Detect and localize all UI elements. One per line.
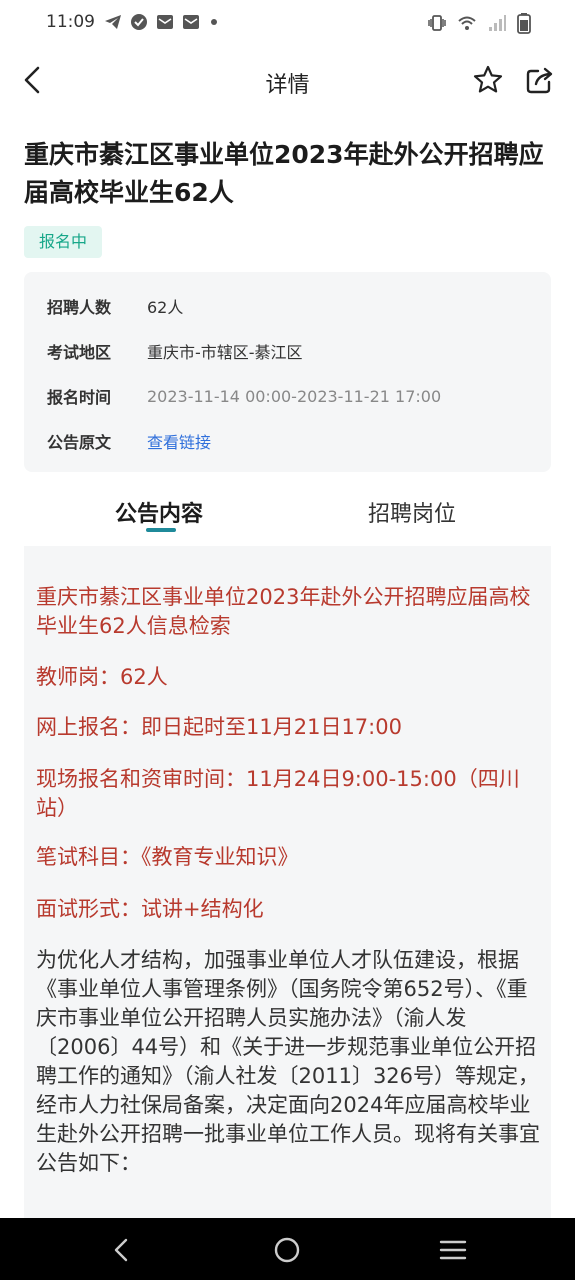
system-status-icons bbox=[427, 12, 531, 34]
article-title: 重庆市綦江区事业单位2023年赴外公开招聘应届高校毕业生62人 bbox=[24, 140, 544, 207]
content-paragraph: 笔试科目：《教育专业知识》 bbox=[36, 845, 299, 869]
tab-bar: 公告内容 招聘岗位 bbox=[24, 488, 551, 538]
check-circle-icon bbox=[131, 14, 147, 30]
content-paragraph: 教师岗：62人 bbox=[36, 665, 168, 689]
system-nav-bar bbox=[0, 1218, 575, 1280]
content-paragraph: 为优化人才结构，加强事业单位人才队伍建设，根据《事业单位人事管理条例》（国务院令… bbox=[36, 948, 540, 1175]
info-label: 报名时间 bbox=[47, 388, 112, 407]
info-value: 重庆市-市辖区-綦江区 bbox=[147, 343, 303, 362]
tab-announcement[interactable]: 公告内容 bbox=[115, 496, 203, 528]
signal-icon bbox=[489, 15, 506, 31]
mail-icon bbox=[183, 15, 199, 29]
dot-icon bbox=[211, 19, 217, 25]
content-paragraph: 网上报名：即日起时至11月21日17:00 bbox=[36, 715, 402, 739]
recents-icon[interactable] bbox=[437, 1234, 469, 1266]
mail-icon bbox=[157, 15, 173, 29]
home-icon[interactable] bbox=[271, 1234, 303, 1266]
tab-indicator bbox=[146, 528, 176, 532]
back-icon[interactable] bbox=[106, 1234, 138, 1266]
content-paragraph: 重庆市綦江区事业单位2023年赴外公开招聘应届高校毕业生62人信息检索 bbox=[36, 585, 531, 638]
info-row-source: 公告原文 查看链接 bbox=[47, 429, 211, 453]
content-paragraph: 面试形式：试讲+结构化 bbox=[36, 897, 264, 921]
announcement-content[interactable]: 重庆市綦江区事业单位2023年赴外公开招聘应届高校毕业生62人信息检索 教师岗：… bbox=[24, 546, 551, 1226]
info-label: 考试地区 bbox=[47, 343, 112, 362]
view-link[interactable]: 查看链接 bbox=[147, 429, 211, 453]
content-paragraph: 现场报名和资审时间：11月24日9:00-15:00（四川站） bbox=[36, 767, 520, 820]
share-icon[interactable] bbox=[522, 62, 558, 98]
star-icon[interactable] bbox=[470, 62, 506, 98]
battery-icon bbox=[517, 13, 531, 34]
notification-icons bbox=[104, 13, 220, 31]
info-row-signup-time: 报名时间 2023-11-14 00:00-2023-11-21 17:00 bbox=[47, 384, 441, 408]
info-label: 公告原文 bbox=[47, 433, 112, 452]
info-row-headcount: 招聘人数 62人 bbox=[47, 294, 183, 318]
vibrate-icon bbox=[428, 15, 446, 31]
info-label: 招聘人数 bbox=[47, 298, 112, 317]
telegram-icon bbox=[105, 15, 121, 29]
info-card: 招聘人数 62人 考试地区 重庆市-市辖区-綦江区 报名时间 2023-11-1… bbox=[24, 272, 551, 472]
status-badge: 报名中 bbox=[24, 226, 103, 258]
info-row-region: 考试地区 重庆市-市辖区-綦江区 bbox=[47, 339, 303, 363]
wifi-icon bbox=[458, 16, 476, 30]
nav-bar: 详情 bbox=[0, 50, 575, 112]
status-time: 11:09 bbox=[46, 12, 95, 32]
info-value: 2023-11-14 00:00-2023-11-21 17:00 bbox=[147, 386, 442, 406]
info-value: 62人 bbox=[147, 298, 184, 317]
tab-positions[interactable]: 招聘岗位 bbox=[368, 496, 456, 528]
status-bar: 11:09 bbox=[0, 0, 575, 48]
